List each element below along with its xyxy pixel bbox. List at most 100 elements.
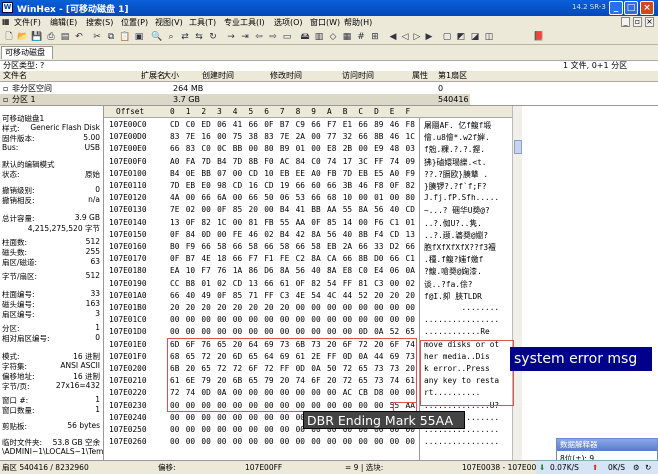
col-modified[interactable]: 修改时间 (270, 71, 302, 81)
close-button[interactable]: × (640, 1, 654, 15)
hex-byte[interactable]: 00 (217, 132, 226, 141)
help-book-icon[interactable]: 📕 (533, 31, 545, 43)
hex-byte[interactable]: 83 (264, 132, 273, 141)
hex-byte[interactable]: C0 (186, 120, 195, 129)
hex-byte[interactable]: 00 (358, 315, 367, 324)
hex-byte[interactable]: 00 (406, 437, 415, 446)
hex-byte[interactable]: 41 (233, 120, 242, 129)
hex-byte[interactable]: 00 (233, 169, 242, 178)
hex-byte[interactable]: 46 (390, 120, 399, 129)
hex-byte[interactable]: C0 (358, 266, 367, 275)
hex-byte[interactable]: B4 (280, 205, 289, 214)
hex-byte[interactable]: 1C (406, 132, 415, 141)
hex-byte[interactable]: 00 (343, 303, 352, 312)
hex-byte[interactable]: 00 (311, 144, 320, 153)
hex-byte[interactable]: 20 (186, 303, 195, 312)
paste-icon[interactable]: 📋 (119, 31, 131, 43)
hex-byte[interactable]: 06 (280, 193, 289, 202)
hex-byte[interactable]: 54 (327, 279, 336, 288)
hex-byte[interactable]: CD (233, 279, 242, 288)
hex-byte[interactable]: C1 (390, 218, 399, 227)
hex-byte[interactable]: D6 (264, 266, 273, 275)
hex-byte[interactable]: 00 (233, 327, 242, 336)
print-icon[interactable]: ⎙ (45, 31, 57, 43)
col-attr[interactable]: 属性 (412, 71, 428, 81)
hex-byte[interactable]: 00 (390, 315, 399, 324)
hex-byte[interactable]: BB (201, 169, 210, 178)
hex-byte[interactable]: 84 (296, 157, 305, 166)
hex-byte[interactable]: 66 (327, 181, 336, 190)
hex-byte[interactable]: 00 (186, 193, 195, 202)
hex-byte[interactable]: 0F (311, 218, 320, 227)
hex-byte[interactable]: 00 (358, 303, 367, 312)
hex-byte[interactable]: 8B (358, 254, 367, 263)
hex-byte[interactable]: 00 (170, 425, 179, 434)
hex-byte[interactable]: 00 (264, 413, 273, 422)
hex-byte[interactable]: 75 (233, 132, 242, 141)
hex-byte[interactable]: 7D (201, 157, 210, 166)
hex-byte[interactable]: BB (311, 205, 320, 214)
hex-byte[interactable]: 83 (186, 144, 195, 153)
hex-byte[interactable]: 06 (390, 266, 399, 275)
hex-byte[interactable]: E0 (201, 181, 210, 190)
hex-byte[interactable]: 00 (249, 315, 258, 324)
hex-byte[interactable]: 82 (311, 279, 320, 288)
properties-icon[interactable]: ▤ (59, 31, 71, 43)
hex-byte[interactable]: 00 (280, 315, 289, 324)
open-file-icon[interactable]: 📂 (17, 31, 29, 43)
hex-byte[interactable]: E4 (374, 266, 383, 275)
menu-file[interactable]: 文件(F) (14, 17, 41, 28)
hex-byte[interactable]: 8A (280, 266, 289, 275)
hex-byte[interactable]: 86 (249, 266, 258, 275)
write-icon[interactable]: ▣ (133, 31, 145, 43)
vertical-scrollbar[interactable] (512, 106, 522, 460)
hex-byte[interactable]: 00 (233, 193, 242, 202)
hex-byte[interactable]: 56 (296, 266, 305, 275)
col-accessed[interactable]: 访问时间 (342, 71, 374, 81)
hex-byte[interactable]: 10 (186, 266, 195, 275)
hex-byte[interactable]: 56 (374, 205, 383, 214)
hex-byte[interactable]: 0F (186, 218, 195, 227)
window-icon-1[interactable]: ▢ (441, 31, 453, 43)
hex-byte[interactable]: C3 (280, 291, 289, 300)
ascii-text[interactable]: f兝.粿.?.?.鏗. (424, 144, 485, 155)
hex-byte[interactable]: 40 (311, 266, 320, 275)
hex-byte[interactable]: F8 (406, 120, 415, 129)
col-first-sector[interactable]: 第1扇区 (438, 71, 467, 81)
hex-byte[interactable]: 00 (327, 303, 336, 312)
hex-byte[interactable]: 00 (374, 303, 383, 312)
find-text-icon[interactable]: 🔍 (151, 31, 163, 43)
hex-byte[interactable]: 44 (343, 291, 352, 300)
col-ext[interactable]: 扩展名 (141, 71, 165, 81)
hex-byte[interactable]: 6A (217, 193, 226, 202)
hex-byte[interactable]: 54 (311, 291, 320, 300)
hex-byte[interactable]: 00 (358, 437, 367, 446)
calculator-icon[interactable]: ▦ (341, 31, 353, 43)
window-icon-3[interactable]: ◪ (469, 31, 481, 43)
hex-byte[interactable]: 00 (201, 315, 210, 324)
hex-row[interactable]: 107E00F0 A0 FA 7D B4 7D 8B F0 AC 84 C0 74 17 3C FF 74 09… (104, 156, 512, 168)
hex-byte[interactable]: 00 (217, 327, 226, 336)
hex-byte[interactable]: 00 (264, 205, 273, 214)
hex-byte[interactable]: F1 (264, 254, 273, 263)
hex-byte[interactable]: B4 (170, 169, 179, 178)
menu-edit[interactable]: 编辑(E) (50, 17, 77, 28)
mdi-minimize-button[interactable]: _ (621, 17, 630, 27)
hex-byte[interactable]: 03 (406, 144, 415, 153)
hex-byte[interactable]: 66 (358, 242, 367, 251)
hex-row[interactable]: 107E00E0 66 83 C0 0C BB 00 80 B9 01 00 E8 2B 00 E9 48 03… (104, 143, 512, 155)
hex-byte[interactable]: 89 (374, 120, 383, 129)
hex-byte[interactable]: AA (296, 218, 305, 227)
hex-row[interactable]: 107E0150 0F 84 0D 00 FE 46 02 B4 42 8A 56 40 8B F4 CD 13… (104, 229, 512, 241)
window-icon-2[interactable]: ◩ (455, 31, 467, 43)
save-icon[interactable]: 💾 (31, 31, 43, 43)
back-icon[interactable]: ⇦ (253, 31, 265, 43)
hex-byte[interactable]: CD (406, 205, 415, 214)
hex-byte[interactable]: 66 (311, 120, 320, 129)
bookmark-icon[interactable]: ▭ (281, 31, 293, 43)
hex-byte[interactable]: EB (186, 181, 195, 190)
ascii-text[interactable]: ................ (424, 437, 499, 446)
cut-icon[interactable]: ✂ (91, 31, 103, 43)
hex-byte[interactable]: 83 (170, 132, 179, 141)
ascii-text[interactable]: ............Re (424, 327, 490, 336)
